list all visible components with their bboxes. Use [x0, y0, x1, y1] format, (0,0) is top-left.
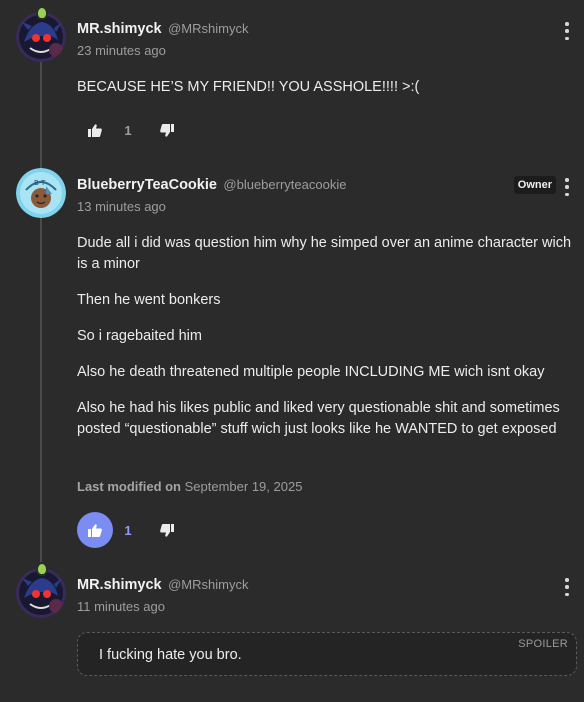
dislike-button[interactable]	[149, 512, 185, 548]
dislike-button[interactable]	[149, 112, 185, 148]
gem-badge-icon	[36, 562, 48, 576]
thumbs-down-icon	[160, 523, 174, 537]
comment-paragraph: Also he death threatened multiple people…	[77, 364, 545, 380]
more-vertical-icon[interactable]	[564, 22, 570, 40]
comment-thread: MR.shimyck @MRshimyck 23 minutes ago BEC…	[0, 0, 584, 702]
comment-meta: BlueberryTeaCookie @blueberryteacookie	[77, 176, 346, 194]
vote-bar: 1	[77, 112, 185, 148]
more-vertical-icon[interactable]	[564, 178, 570, 196]
svg-text:B T: B T	[34, 179, 46, 187]
vote-bar: 1	[77, 512, 185, 548]
timestamp: 23 minutes ago	[77, 43, 166, 58]
last-modified-label: Last modified on	[77, 479, 181, 494]
comment-paragraph: Dude all i did was question him why he s…	[77, 235, 572, 272]
comment-body: Dude all i did was question him why he s…	[77, 233, 577, 455]
author-handle[interactable]: @MRshimyck	[168, 577, 248, 592]
avatar[interactable]: B T	[16, 168, 66, 218]
comment-text: BECAUSE HE’S MY FRIEND!! YOU ASSHOLE!!!!…	[77, 79, 420, 95]
like-button[interactable]	[77, 112, 113, 148]
thumbs-up-icon	[88, 123, 102, 137]
more-vertical-icon[interactable]	[564, 578, 570, 596]
thumbs-down-icon	[160, 123, 174, 137]
author-handle[interactable]: @MRshimyck	[168, 21, 248, 36]
author-name[interactable]: MR.shimyck	[77, 21, 162, 37]
comment-paragraph: Also he had his likes public and liked v…	[77, 400, 560, 437]
timestamp: 13 minutes ago	[77, 199, 166, 214]
author-name[interactable]: BlueberryTeaCookie	[77, 177, 217, 193]
spoiler-text: I fucking hate you bro.	[99, 647, 242, 663]
spoiler-label: SPOILER	[518, 638, 568, 650]
last-modified-date: September 19, 2025	[184, 479, 303, 494]
thread-line	[40, 58, 42, 568]
last-modified: Last modified on September 19, 2025	[77, 479, 302, 494]
gem-badge-icon	[36, 6, 48, 20]
author-name[interactable]: MR.shimyck	[77, 577, 162, 593]
comment-paragraph: So i ragebaited him	[77, 328, 202, 344]
comment-paragraph: Then he went bonkers	[77, 292, 221, 308]
like-count: 1	[124, 122, 132, 138]
timestamp: 11 minutes ago	[77, 599, 165, 614]
comment-meta: MR.shimyck @MRshimyck	[77, 576, 248, 594]
owner-badge: Owner	[513, 176, 556, 194]
spoiler-block[interactable]: SPOILER I fucking hate you bro.	[77, 632, 577, 676]
like-button[interactable]	[77, 512, 113, 548]
comment-meta: MR.shimyck @MRshimyck	[77, 20, 248, 38]
thumbs-up-icon	[88, 523, 102, 537]
comment-body: BECAUSE HE’S MY FRIEND!! YOU ASSHOLE!!!!…	[77, 77, 577, 98]
like-count: 1	[124, 522, 132, 538]
author-handle[interactable]: @blueberryteacookie	[223, 177, 346, 192]
